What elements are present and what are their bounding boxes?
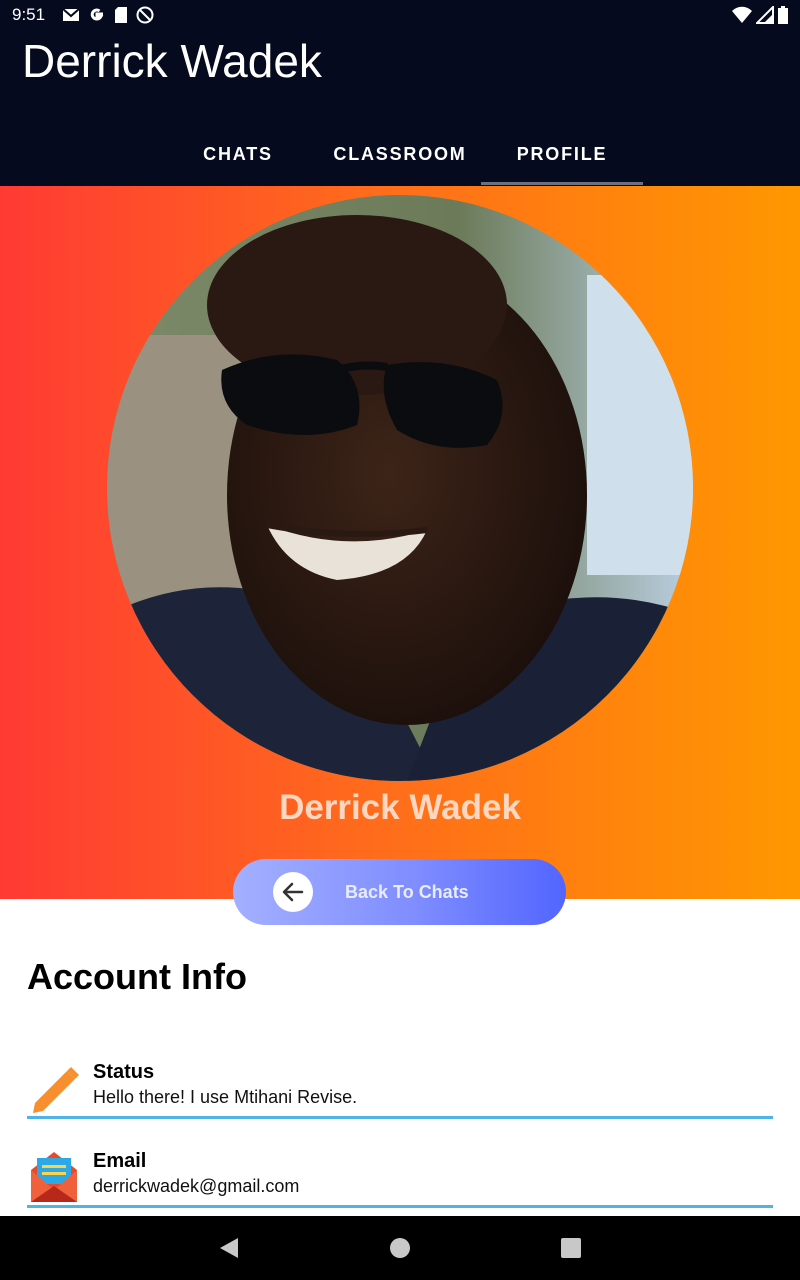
email-label: Email: [93, 1150, 147, 1172]
status-time: 9:51: [12, 5, 46, 24]
profile-header: Derrick Wadek: [0, 186, 800, 899]
do-not-disturb-icon: [136, 6, 154, 24]
profile-name: Derrick Wadek: [279, 788, 521, 827]
email-row[interactable]: Email derrickwadek@gmail.com: [27, 1148, 773, 1208]
tab-profile[interactable]: PROFILE: [481, 132, 643, 186]
status-bar: 9:51: [0, 0, 800, 32]
app-bar: Derrick Wadek CHATS CLASSROOM PROFILE: [0, 32, 800, 186]
account-info-heading: Account Info: [27, 956, 247, 997]
status-row[interactable]: Status Hello there! I use Mtihani Revise…: [27, 1059, 773, 1119]
avatar-photo: [107, 195, 693, 781]
email-envelope-icon: [31, 1152, 77, 1202]
tab-chats[interactable]: CHATS: [158, 132, 318, 186]
back-arrow-icon: [273, 872, 313, 912]
page-title: Derrick Wadek: [22, 35, 322, 87]
gmail-icon: [62, 8, 80, 21]
nav-recents-icon[interactable]: [555, 1232, 587, 1264]
google-icon: [90, 8, 104, 21]
battery-icon: [778, 6, 788, 24]
system-nav-bar: [0, 1216, 800, 1280]
nav-back-icon[interactable]: [213, 1232, 245, 1264]
tab-classroom[interactable]: CLASSROOM: [320, 132, 480, 186]
selected-tab-indicator: [481, 182, 643, 185]
tab-bar: CHATS CLASSROOM PROFILE: [0, 132, 800, 186]
profile-avatar[interactable]: [107, 195, 693, 781]
status-value: Hello there! I use Mtihani Revise.: [93, 1087, 358, 1107]
wifi-icon: [732, 6, 752, 23]
nav-home-icon[interactable]: [384, 1232, 416, 1264]
back-to-chats-button[interactable]: Back To Chats: [233, 859, 566, 925]
cell-signal-icon: [756, 6, 774, 24]
pencil-icon: [33, 1067, 79, 1113]
back-to-chats-label: Back To Chats: [345, 882, 469, 902]
status-label: Status: [93, 1061, 155, 1083]
system-icons: [732, 6, 788, 24]
email-value: derrickwadek@gmail.com: [93, 1176, 300, 1196]
sd-card-icon: [115, 7, 127, 23]
notification-icons: [62, 6, 154, 24]
